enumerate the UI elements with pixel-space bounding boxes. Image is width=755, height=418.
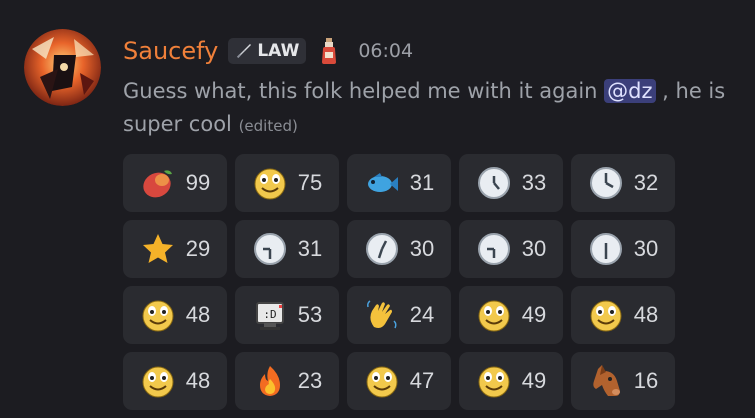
reaction-count: 16 — [633, 368, 659, 393]
potion-bottle-icon[interactable] — [320, 37, 338, 65]
message-content: Guess what, this folk helped me with it … — [123, 75, 743, 143]
reaction-row: 48 23 47 49 16 — [123, 352, 675, 410]
reaction-count: 48 — [633, 302, 659, 327]
fire-icon — [252, 363, 288, 399]
reaction-waving-hand[interactable]: 24 — [347, 286, 451, 344]
smiley-face-icon — [140, 363, 176, 399]
reaction-smiley[interactable]: 47 — [347, 352, 451, 410]
reaction-count: 30 — [633, 236, 659, 261]
username[interactable]: Saucefy — [123, 37, 218, 65]
reaction-smiley[interactable]: 49 — [459, 352, 563, 410]
reaction-smiley[interactable]: 48 — [123, 286, 227, 344]
server-tag-label: LAW — [257, 41, 300, 61]
reaction-clock[interactable]: 31 — [235, 220, 339, 278]
reaction-count: 29 — [185, 236, 211, 261]
reaction-row: 29 31 30 30 30 — [123, 220, 675, 278]
reaction-clock[interactable]: 33 — [459, 154, 563, 212]
reaction-clock[interactable]: 32 — [571, 154, 675, 212]
clock-icon — [476, 231, 512, 267]
mango-icon — [140, 165, 176, 201]
message-header: Saucefy LAW 06:04 — [123, 30, 743, 72]
reaction-count: 75 — [297, 170, 323, 195]
message: Saucefy LAW 06:04 Guess what, this folk … — [123, 30, 743, 143]
reaction-count: 33 — [521, 170, 547, 195]
svg-text::D: :D — [263, 308, 276, 321]
reaction-count: 30 — [409, 236, 435, 261]
reaction-clock[interactable]: 30 — [347, 220, 451, 278]
clock-icon — [252, 231, 288, 267]
smiley-face-icon — [252, 165, 288, 201]
smiley-face-icon — [588, 297, 624, 333]
smiley-face-icon — [140, 297, 176, 333]
reaction-clock[interactable]: 30 — [571, 220, 675, 278]
reaction-row: 48 :D 53 24 49 48 — [123, 286, 675, 344]
reaction-count: 23 — [297, 368, 323, 393]
reaction-smiley[interactable]: 75 — [235, 154, 339, 212]
reaction-row: 99 75 31 33 32 — [123, 154, 675, 212]
message-text: Guess what, this folk helped me with it … — [123, 79, 605, 103]
reaction-smiley[interactable]: 48 — [123, 352, 227, 410]
smiley-face-icon — [364, 363, 400, 399]
user-mention[interactable]: @dz — [604, 79, 656, 103]
reaction-count: 99 — [185, 170, 211, 195]
reaction-star[interactable]: 29 — [123, 220, 227, 278]
smiley-face-icon — [476, 297, 512, 333]
clock-icon — [588, 165, 624, 201]
reaction-count: 31 — [409, 170, 435, 195]
fish-icon — [364, 165, 400, 201]
reaction-count: 30 — [521, 236, 547, 261]
clock-icon — [364, 231, 400, 267]
server-tag[interactable]: LAW — [228, 38, 307, 64]
reaction-smiley[interactable]: 49 — [459, 286, 563, 344]
reaction-fish[interactable]: 31 — [347, 154, 451, 212]
reaction-fire[interactable]: 23 — [235, 352, 339, 410]
reaction-count: 48 — [185, 302, 211, 327]
timestamp: 06:04 — [358, 40, 414, 62]
smiley-face-icon — [476, 363, 512, 399]
reaction-horse[interactable]: 16 — [571, 352, 675, 410]
reaction-count: 53 — [297, 302, 323, 327]
edited-label: (edited) — [238, 117, 298, 135]
reaction-computer-face[interactable]: :D 53 — [235, 286, 339, 344]
sword-icon — [237, 44, 252, 59]
reaction-mango[interactable]: 99 — [123, 154, 227, 212]
reaction-clock[interactable]: 30 — [459, 220, 563, 278]
reaction-count: 47 — [409, 368, 435, 393]
computer-face-icon: :D — [252, 297, 288, 333]
reaction-count: 31 — [297, 236, 323, 261]
reaction-count: 48 — [185, 368, 211, 393]
reaction-count: 24 — [409, 302, 435, 327]
reaction-count: 49 — [521, 302, 547, 327]
star-icon — [140, 231, 176, 267]
reaction-count: 32 — [633, 170, 659, 195]
clock-icon — [476, 165, 512, 201]
avatar[interactable] — [24, 29, 101, 106]
reaction-count: 49 — [521, 368, 547, 393]
horse-face-icon — [588, 363, 624, 399]
reaction-smiley[interactable]: 48 — [571, 286, 675, 344]
waving-hand-icon — [364, 297, 400, 333]
reactions-grid: 99 75 31 33 32 29 31 30 30 30 48:D 53 2… — [123, 154, 675, 418]
clock-icon — [588, 231, 624, 267]
